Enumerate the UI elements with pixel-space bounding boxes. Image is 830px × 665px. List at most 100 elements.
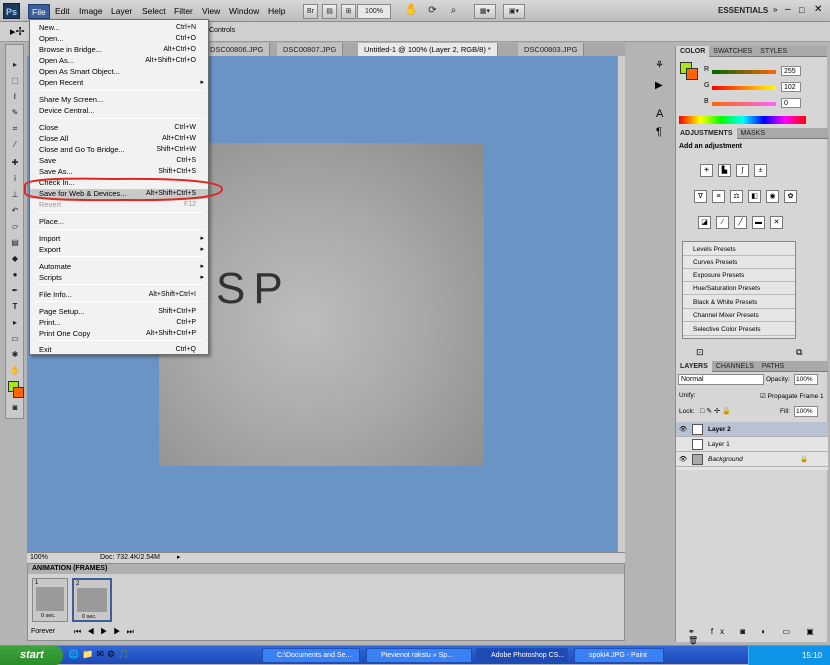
color-balance-icon[interactable]: ⚖ <box>730 190 743 203</box>
actions-icon[interactable]: ▶ <box>655 80 663 91</box>
layer-row[interactable]: 👁 Background 🔒 <box>676 452 828 467</box>
move-tool-icon[interactable]: ▸ <box>8 59 22 71</box>
task-explorer[interactable]: C:\Documents and Se... <box>262 648 360 663</box>
adjustments-return-icon[interactable]: ⊡ <box>696 347 704 358</box>
brush-tool-icon[interactable]: ⅰ <box>8 173 22 185</box>
opacity-input[interactable]: 100% <box>794 374 818 385</box>
lock-options-icon[interactable]: □✎✢🔒 <box>700 407 733 415</box>
preset-hue-saturation[interactable]: Hue/Saturation Presets <box>683 283 795 295</box>
shape-tool-icon[interactable]: ▭ <box>8 333 22 345</box>
layer-name[interactable]: Layer 1 <box>708 437 730 452</box>
visibility-eye-icon[interactable]: 👁 <box>679 422 687 437</box>
file-menu-item[interactable]: File Info... Alt+Shift+Ctrl+I <box>30 290 208 300</box>
file-menu-item[interactable]: Place... <box>30 217 208 227</box>
hue-saturation-icon[interactable]: ≡ <box>712 190 725 203</box>
path-selection-tool-icon[interactable]: ▸ <box>8 317 22 329</box>
animation-frame-1[interactable]: 1 0 sec. <box>32 578 68 622</box>
marquee-tool-icon[interactable]: ⬚ <box>8 75 22 87</box>
task-paint[interactable]: spoki4.JPG - Paint <box>574 648 664 663</box>
menu-help[interactable]: Help <box>265 4 288 19</box>
color-bg-swatch[interactable] <box>686 68 698 80</box>
type-tool-icon[interactable]: T <box>8 301 22 313</box>
maximize-icon[interactable]: □ <box>799 3 809 17</box>
invert-icon[interactable]: ◪ <box>698 216 711 229</box>
extras-icon[interactable]: ⊞ <box>341 4 356 19</box>
tab-channels[interactable]: CHANNELS <box>712 361 758 372</box>
selective-color-icon[interactable]: ✕ <box>770 216 783 229</box>
tab-adjustments[interactable]: ADJUSTMENTS <box>676 128 737 139</box>
gradient-map-icon[interactable]: ▬ <box>752 216 765 229</box>
channel-mixer-icon[interactable]: ✿ <box>784 190 797 203</box>
tab-styles[interactable]: STYLES <box>756 46 791 57</box>
b-slider[interactable] <box>712 102 776 106</box>
r-value[interactable]: 255 <box>781 66 801 76</box>
file-menu-item[interactable]: Exit Ctrl+Q <box>30 345 208 355</box>
layer-row[interactable]: Layer 1 <box>676 437 828 452</box>
color-ramp[interactable] <box>679 116 806 124</box>
character-icon[interactable]: A <box>656 108 663 120</box>
crop-tool-icon[interactable]: ⌗ <box>8 123 22 135</box>
g-value[interactable]: 102 <box>781 82 801 92</box>
layers-footer-icons[interactable]: ⚭ fx ◙ ◐ ▭ ▣ 🗑 <box>688 627 827 645</box>
start-button[interactable]: start <box>0 646 63 665</box>
vibrance-icon[interactable]: ∇ <box>694 190 707 203</box>
task-photoshop[interactable]: Adobe Photoshop CS... <box>476 648 568 663</box>
quick-launch-icons[interactable]: 🌐📁✉⚙🎵 <box>68 649 132 660</box>
propagate-checkbox[interactable]: ☑ Propagate Frame 1 <box>760 392 824 400</box>
minimize-icon[interactable]: – <box>785 3 795 17</box>
file-menu-item[interactable]: Open As Smart Object... <box>30 67 208 77</box>
curves-icon[interactable]: ∫ <box>736 164 749 177</box>
g-slider[interactable] <box>712 86 776 90</box>
zoom-level-select[interactable]: 100% <box>357 4 391 19</box>
layer-name[interactable]: Background <box>708 452 743 467</box>
loop-select[interactable]: Forever <box>31 628 55 635</box>
file-menu-item[interactable]: Save Ctrl+S <box>30 156 208 166</box>
menu-image[interactable]: Image <box>76 4 106 19</box>
show-transform-controls-label[interactable]: Controls <box>209 27 235 34</box>
file-menu-item[interactable]: Automate ▸ <box>30 262 208 272</box>
photo-filter-icon[interactable]: ◉ <box>766 190 779 203</box>
blur-tool-icon[interactable]: ◆ <box>8 253 22 265</box>
quick-mask-icon[interactable]: ◙ <box>8 402 22 414</box>
menu-window[interactable]: Window <box>226 4 262 19</box>
lasso-tool-icon[interactable]: ℓ <box>8 91 22 103</box>
preset-exposure[interactable]: Exposure Presets <box>683 270 795 282</box>
b-value[interactable]: 0 <box>781 98 801 108</box>
fill-input[interactable]: 100% <box>794 406 818 417</box>
file-menu-item[interactable]: Close Ctrl+W <box>30 123 208 133</box>
visibility-eye-icon[interactable]: 👁 <box>679 452 687 467</box>
tab-paths[interactable]: PATHS <box>758 361 788 372</box>
bridge-button[interactable]: Br <box>303 4 318 19</box>
menu-layer[interactable]: Layer <box>108 4 135 19</box>
vertical-scrollbar[interactable] <box>617 56 625 552</box>
layer-name[interactable]: Layer 2 <box>708 422 731 437</box>
frame-delay[interactable]: 0 sec. <box>82 614 97 620</box>
close-icon[interactable]: ✕ <box>814 3 824 17</box>
file-menu-item[interactable]: Import ▸ <box>30 234 208 244</box>
dodge-tool-icon[interactable]: ● <box>8 269 22 281</box>
posterize-icon[interactable]: ⁄ <box>716 216 729 229</box>
file-menu-item[interactable]: Browse in Bridge... Alt+Ctrl+O <box>30 45 208 55</box>
file-menu-item[interactable]: Close and Go To Bridge... Shift+Ctrl+W <box>30 145 208 155</box>
animation-frame-2[interactable]: 2 0 sec. <box>72 578 112 622</box>
tab-masks[interactable]: MASKS <box>737 128 770 139</box>
tab-dsc00807[interactable]: DSC00807.JPG <box>277 43 344 56</box>
hand-tool-icon[interactable]: ✋ <box>8 365 22 377</box>
menu-filter[interactable]: Filter <box>171 4 196 19</box>
menu-select[interactable]: Select <box>139 4 169 19</box>
workspace-switcher[interactable]: ESSENTIALS <box>718 6 768 15</box>
eyedropper-tool-icon[interactable]: ⁄ <box>8 139 22 151</box>
file-menu-item[interactable]: Close All Alt+Ctrl+W <box>30 134 208 144</box>
3d-rotate-tool-icon[interactable]: ✱ <box>8 349 22 361</box>
healing-brush-tool-icon[interactable]: ✚ <box>8 157 22 169</box>
status-zoom[interactable]: 100% <box>30 553 48 563</box>
frame-delay[interactable]: 0 sec. <box>41 613 56 619</box>
paragraph-icon[interactable]: ¶ <box>656 126 662 138</box>
menu-edit[interactable]: Edit <box>52 4 73 19</box>
tab-layers[interactable]: LAYERS <box>676 361 712 372</box>
preset-levels[interactable]: Levels Presets <box>683 244 795 256</box>
task-browser[interactable]: Pievienot rakstu » Sp... <box>366 648 472 663</box>
blend-mode-select[interactable]: Normal <box>678 374 764 385</box>
tab-color[interactable]: COLOR <box>676 46 710 57</box>
tab-untitled-1[interactable]: Untitled-1 @ 100% (Layer 2, RGB/8) * <box>358 43 498 56</box>
